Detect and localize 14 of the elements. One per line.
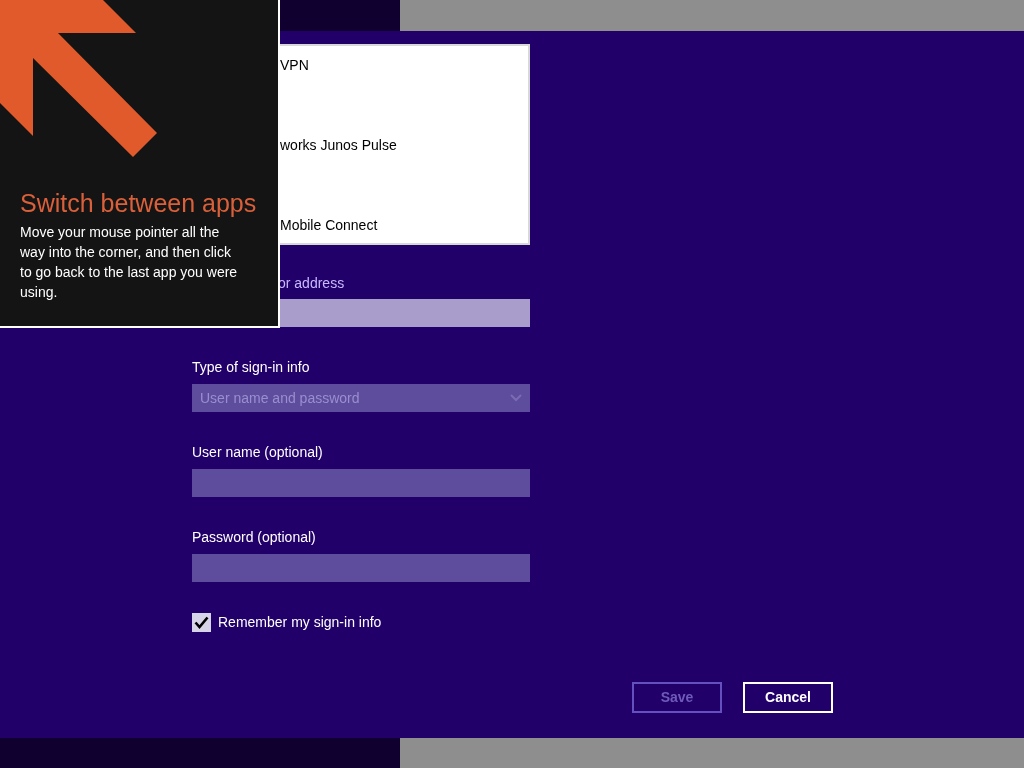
field-label: User name (optional): [192, 444, 323, 460]
checkbox[interactable]: [192, 612, 211, 632]
field-label: Type of sign-in info: [192, 359, 310, 375]
tip-text: Move your mouse pointer all the way into the corner, and then click to go back to the last app you were using.: [20, 223, 239, 302]
checkmark-icon: [194, 615, 209, 629]
vpn-provider-item[interactable]: Mobile Connect: [280, 217, 378, 233]
arrow-icon: [0, 0, 158, 158]
field-label: Password (optional): [192, 529, 316, 545]
chevron-down-icon: [510, 394, 522, 402]
dialog-button[interactable]: Cancel: [743, 682, 833, 713]
vpn-provider-item[interactable]: works Junos Pulse: [280, 137, 397, 153]
checkbox-label: Remember my sign-in info: [218, 612, 382, 632]
tip-title: Switch between apps: [20, 188, 258, 219]
vpn-provider-item[interactable]: VPN: [280, 57, 309, 73]
